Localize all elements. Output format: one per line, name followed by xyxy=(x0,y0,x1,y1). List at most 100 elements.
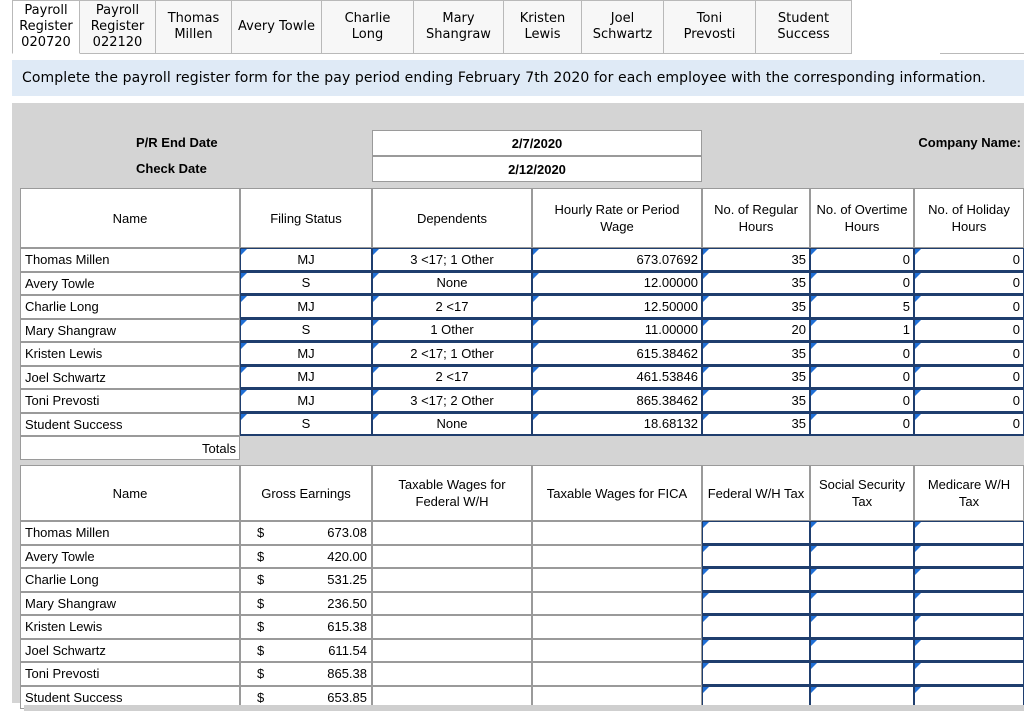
table1-row-0-ot[interactable]: 0 xyxy=(810,248,914,272)
table2-row-3-medtax-input[interactable] xyxy=(914,591,1024,615)
table1-row-5-deps[interactable]: 2 <17 xyxy=(372,365,532,389)
gross-value: 236.50 xyxy=(327,595,367,611)
table1-row-7-hol[interactable]: 0 xyxy=(914,412,1024,436)
table1-row-2-hol[interactable]: 0 xyxy=(914,295,1024,319)
table2-row-1-medtax-input[interactable] xyxy=(914,544,1024,568)
table1-row-6-status[interactable]: MJ xyxy=(240,389,372,413)
table1-row-1-name: Avery Towle xyxy=(20,271,240,295)
table1-row-5-ot[interactable]: 0 xyxy=(810,365,914,389)
table1-row-2-status-text: MJ xyxy=(297,298,315,314)
table1-row-1-status[interactable]: S xyxy=(240,271,372,295)
table2-row-3-fedtax-input[interactable] xyxy=(702,591,810,615)
table2-row-1-sstax-input[interactable] xyxy=(810,544,914,568)
table2-row-4-fedtax-input[interactable] xyxy=(702,615,810,639)
table1-row-1-hol[interactable]: 0 xyxy=(914,271,1024,295)
tab-avery-towle[interactable]: Avery Towle xyxy=(232,0,322,54)
table2-row-2-medtax-input[interactable] xyxy=(914,568,1024,592)
totals-label: Totals xyxy=(20,436,240,460)
tab-mary-shangraw[interactable]: Mary Shangraw xyxy=(414,0,504,54)
table1-row-4-status[interactable]: MJ xyxy=(240,342,372,366)
table1-row-3-hol[interactable]: 0 xyxy=(914,318,1024,342)
tab-joel-schwartz[interactable]: Joel Schwartz xyxy=(582,0,664,54)
table1-row-2-ot[interactable]: 5 xyxy=(810,295,914,319)
horizontal-scrollbar[interactable] xyxy=(24,705,1024,711)
table1-row-6-reg[interactable]: 35 xyxy=(702,389,810,413)
table2-row-4-sstax-input[interactable] xyxy=(810,615,914,639)
table1-row-4-deps[interactable]: 2 <17; 1 Other xyxy=(372,342,532,366)
table2-row-5-gross: $611.54 xyxy=(240,638,372,662)
table1-row-2-status[interactable]: MJ xyxy=(240,295,372,319)
table1-row-6-hol[interactable]: 0 xyxy=(914,389,1024,413)
table2-row-1-fedtax-input[interactable] xyxy=(702,544,810,568)
table1-row-7-name-text: Student Success xyxy=(25,416,123,432)
table1-row-4-rate[interactable]: 615.38462 xyxy=(532,342,702,366)
table1-row-5-rate[interactable]: 461.53846 xyxy=(532,365,702,389)
table1-row-3-deps[interactable]: 1 Other xyxy=(372,318,532,342)
table1-row-0-hol[interactable]: 0 xyxy=(914,248,1024,272)
table1-row-4-ot[interactable]: 0 xyxy=(810,342,914,366)
tab-payroll-register-020720[interactable]: Payroll Register 020720 xyxy=(12,0,80,54)
table1-row-2-reg[interactable]: 35 xyxy=(702,295,810,319)
table2-row-6-name: Toni Prevosti xyxy=(20,662,240,686)
table2-row-5-sstax-input[interactable] xyxy=(810,638,914,662)
table2-row-5-fedtax-input[interactable] xyxy=(702,638,810,662)
table1-row-1-deps[interactable]: None xyxy=(372,271,532,295)
tab-student-success[interactable]: Student Success xyxy=(756,0,852,54)
tab-charlie-long[interactable]: Charlie Long xyxy=(322,0,414,54)
table2-row-6-fedtax-input[interactable] xyxy=(702,662,810,686)
table2-row-2-sstax-input[interactable] xyxy=(810,568,914,592)
table1-row-2-rate[interactable]: 12.50000 xyxy=(532,295,702,319)
table1-row-0-status[interactable]: MJ xyxy=(240,248,372,272)
table1-row-6-rate[interactable]: 865.38462 xyxy=(532,389,702,413)
table1-row-4-reg[interactable]: 35 xyxy=(702,342,810,366)
instructions-banner: Complete the payroll register form for t… xyxy=(12,60,1024,96)
table1-row-5-reg[interactable]: 35 xyxy=(702,365,810,389)
table1-row-1-reg[interactable]: 35 xyxy=(702,271,810,295)
table2-row-3-sstax-input[interactable] xyxy=(810,591,914,615)
check-date-value[interactable]: 2/12/2020 xyxy=(372,156,702,182)
table1-row-3-status[interactable]: S xyxy=(240,318,372,342)
table1-row-1-rate[interactable]: 12.00000 xyxy=(532,271,702,295)
table1-row-6-ot[interactable]: 0 xyxy=(810,389,914,413)
table2-row-6-sstax-input[interactable] xyxy=(810,662,914,686)
table1-row-7-rate[interactable]: 18.68132 xyxy=(532,412,702,436)
table1-row-5-deps-text: 2 <17 xyxy=(435,369,469,385)
table1-row-3-rate[interactable]: 11.00000 xyxy=(532,318,702,342)
table2-row-4-name-text: Kristen Lewis xyxy=(25,619,103,635)
table1-row-7-reg[interactable]: 35 xyxy=(702,412,810,436)
table1-row-1-hol-text: 0 xyxy=(1012,275,1020,291)
table1-row-6-deps[interactable]: 3 <17; 2 Other xyxy=(372,389,532,413)
table1-row-0-rate[interactable]: 673.07692 xyxy=(532,248,702,272)
tab-payroll-register-022120[interactable]: Payroll Register 022120 xyxy=(80,0,156,54)
table1-header-2: Dependents xyxy=(372,188,532,248)
tab-toni-prevosti[interactable]: Toni Prevosti xyxy=(664,0,756,54)
table1-row-7-deps[interactable]: None xyxy=(372,412,532,436)
table1-row-4-hol[interactable]: 0 xyxy=(914,342,1024,366)
table1-row-2-deps[interactable]: 2 <17 xyxy=(372,295,532,319)
table1-row-1-ot[interactable]: 0 xyxy=(810,271,914,295)
table2-row-0-fedtax-input[interactable] xyxy=(702,521,810,545)
table1-row-3-reg[interactable]: 20 xyxy=(702,318,810,342)
pr-end-value[interactable]: 2/7/2020 xyxy=(372,130,702,156)
table2-row-0-gross: $673.08 xyxy=(240,521,372,545)
tab-kristen-lewis[interactable]: Kristen Lewis xyxy=(504,0,582,54)
table1-row-7-ot[interactable]: 0 xyxy=(810,412,914,436)
table2-row-6-medtax-input[interactable] xyxy=(914,662,1024,686)
table2-row-0-medtax-input[interactable] xyxy=(914,521,1024,545)
table1-row-5-hol[interactable]: 0 xyxy=(914,365,1024,389)
table1-header-1: Filing Status xyxy=(240,188,372,248)
tab-thomas-millen[interactable]: Thomas Millen xyxy=(156,0,232,54)
table1-row-0-reg[interactable]: 35 xyxy=(702,248,810,272)
table1-row-5-reg-text: 35 xyxy=(791,369,806,385)
table2-row-0-sstax-input[interactable] xyxy=(810,521,914,545)
table2-row-2-fedtax-input[interactable] xyxy=(702,568,810,592)
table1-row-5-status[interactable]: MJ xyxy=(240,365,372,389)
table1-row-7-status[interactable]: S xyxy=(240,412,372,436)
table1-row-3-ot[interactable]: 1 xyxy=(810,318,914,342)
table1-row-3-name-text: Mary Shangraw xyxy=(25,322,117,338)
table1-row-0-deps[interactable]: 3 <17; 1 Other xyxy=(372,248,532,272)
table2-row-0-fedwages xyxy=(372,521,532,545)
table1-row-7-name: Student Success xyxy=(20,412,240,436)
table2-row-4-medtax-input[interactable] xyxy=(914,615,1024,639)
table2-row-5-medtax-input[interactable] xyxy=(914,638,1024,662)
